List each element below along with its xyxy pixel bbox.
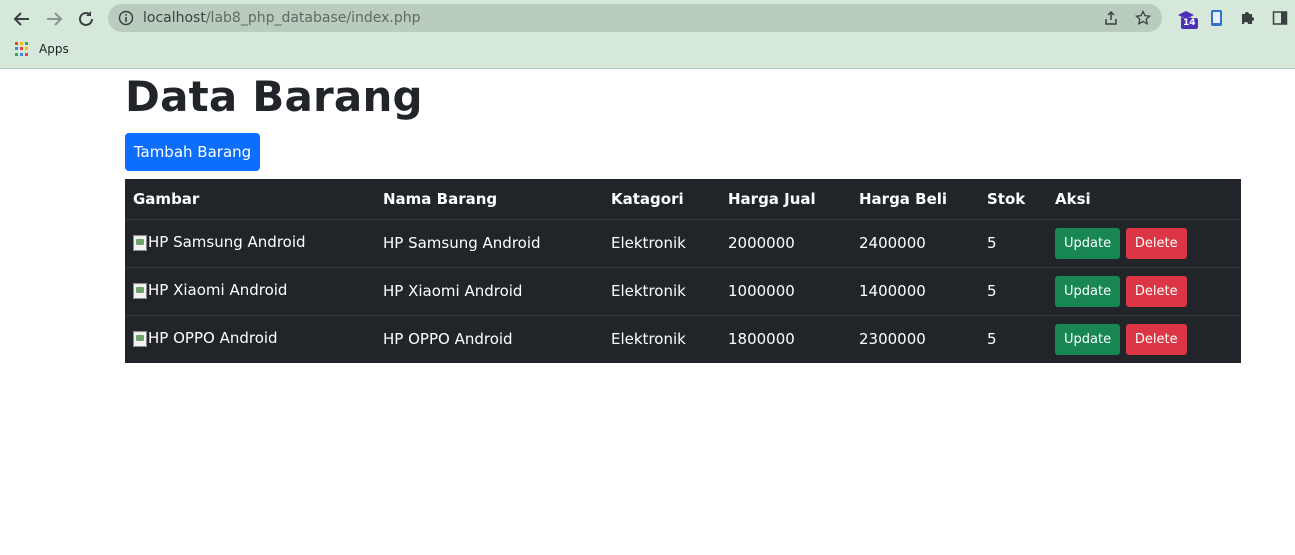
- forward-arrow-icon[interactable]: [42, 7, 66, 31]
- share-icon[interactable]: [1103, 10, 1119, 26]
- item-image-cell: HP Samsung Android: [125, 219, 375, 268]
- side-panel-icon[interactable]: [1270, 8, 1290, 28]
- item-buy-price: 2300000: [859, 330, 926, 349]
- item-image-alt: HP Xiaomi Android: [148, 280, 288, 299]
- item-image-alt: HP OPPO Android: [148, 328, 278, 347]
- column-header-name: Nama Barang: [375, 179, 603, 220]
- item-stock: 5: [987, 330, 997, 349]
- extension-badge: 14: [1181, 18, 1198, 29]
- delete-button[interactable]: Delete: [1125, 227, 1187, 259]
- update-button[interactable]: Update: [1055, 275, 1121, 307]
- url-text[interactable]: localhost/lab8_php_database/index.php: [143, 10, 421, 26]
- item-image-alt: HP Samsung Android: [148, 232, 306, 251]
- item-sell-price: 2000000: [720, 219, 851, 268]
- update-button[interactable]: Update: [1055, 227, 1121, 259]
- apps-label: Apps: [39, 42, 69, 56]
- bookmark-apps[interactable]: Apps: [15, 42, 69, 56]
- item-actions: Update Delete: [1047, 267, 1241, 316]
- back-arrow-icon[interactable]: [10, 7, 34, 31]
- apps-grid-icon: [15, 42, 29, 56]
- item-image-cell: HP OPPO Android: [125, 315, 375, 363]
- item-name: HP Samsung Android: [375, 219, 603, 268]
- add-item-button[interactable]: Tambah Barang: [125, 133, 260, 171]
- url-path: /lab8_php_database/index.php: [205, 10, 421, 26]
- column-header-image: Gambar: [125, 179, 375, 220]
- reload-icon[interactable]: [74, 7, 98, 31]
- table-row: HP OPPO Android HP OPPO Android Elektron…: [125, 315, 1241, 363]
- item-buy-price: 2400000: [851, 219, 979, 268]
- column-header-stock: Stok: [979, 179, 1047, 220]
- broken-image-icon: [133, 330, 147, 347]
- item-image: HP OPPO Android: [133, 329, 278, 347]
- item-stock: 5: [979, 219, 1047, 268]
- item-image: HP Xiaomi Android: [133, 281, 287, 299]
- item-sell-price: 1800000: [728, 330, 795, 349]
- extensions-puzzle-icon[interactable]: [1238, 8, 1258, 28]
- item-sell-price: 1000000: [720, 267, 851, 316]
- column-header-actions: Aksi: [1047, 179, 1241, 220]
- items-table: Gambar Nama Barang Katagori Harga Jual H…: [125, 179, 1241, 363]
- item-buy-price: 1400000: [851, 267, 979, 316]
- item-image-cell: HP Xiaomi Android: [125, 267, 375, 316]
- column-header-buy-price: Harga Beli: [851, 179, 979, 220]
- item-category: Elektronik: [603, 219, 720, 268]
- item-actions: Update Delete: [1047, 219, 1241, 268]
- extension-phone-icon[interactable]: [1206, 8, 1226, 28]
- item-stock: 5: [979, 267, 1047, 316]
- item-actions: Update Delete: [1047, 315, 1241, 363]
- item-category: Elektronik: [603, 267, 720, 316]
- site-info-icon[interactable]: [118, 10, 134, 26]
- delete-button[interactable]: Delete: [1125, 323, 1187, 355]
- delete-button[interactable]: Delete: [1125, 275, 1187, 307]
- browser-chrome: localhost/lab8_php_database/index.php 14…: [0, 0, 1295, 69]
- column-header-sell-price: Harga Jual: [720, 179, 851, 220]
- page-title: Data Barang: [125, 72, 423, 121]
- url-host: localhost: [143, 10, 206, 26]
- item-name: HP OPPO Android: [383, 330, 513, 349]
- table-row: HP Xiaomi Android HP Xiaomi Android Elek…: [125, 267, 1241, 316]
- address-bar[interactable]: localhost/lab8_php_database/index.php: [108, 4, 1162, 32]
- item-name: HP Xiaomi Android: [375, 267, 603, 316]
- broken-image-icon: [133, 234, 147, 251]
- bookmark-star-icon[interactable]: [1134, 9, 1152, 26]
- update-button[interactable]: Update: [1055, 323, 1121, 355]
- table-header-row: Gambar Nama Barang Katagori Harga Jual H…: [125, 179, 1241, 220]
- item-category: Elektronik: [611, 330, 686, 349]
- broken-image-icon: [133, 282, 147, 299]
- table-row: HP Samsung Android HP Samsung Android El…: [125, 219, 1241, 268]
- column-header-category: Katagori: [603, 179, 720, 220]
- item-image: HP Samsung Android: [133, 233, 306, 251]
